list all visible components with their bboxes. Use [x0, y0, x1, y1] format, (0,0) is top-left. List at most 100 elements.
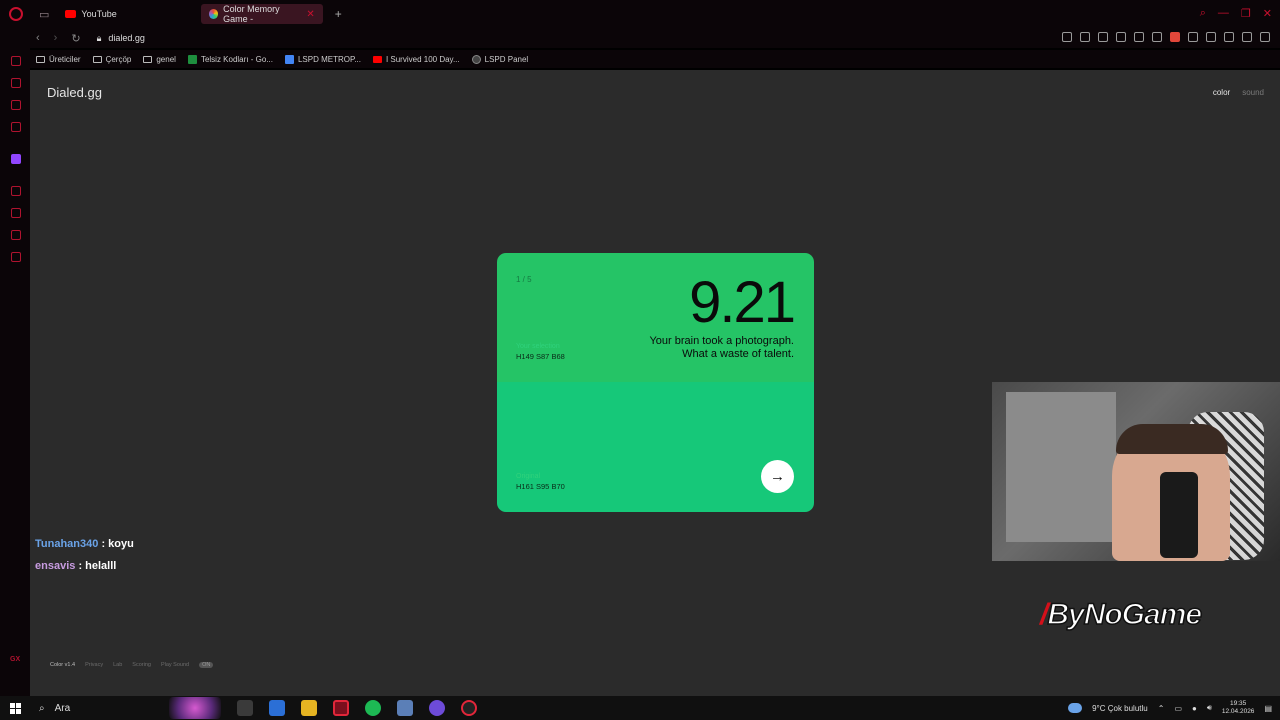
selection-label: Your selection: [516, 343, 560, 350]
tab-menu-icon[interactable]: ▭: [39, 8, 49, 21]
gx-icon[interactable]: GX: [10, 656, 20, 663]
browser-sidebar: GX: [0, 48, 30, 696]
score: 9.21: [689, 270, 796, 335]
download-icon[interactable]: [1224, 32, 1234, 42]
restore-icon[interactable]: ❐: [1241, 7, 1251, 20]
webcam-streamer-hair: [1116, 424, 1228, 454]
minimize-icon[interactable]: —: [1218, 7, 1229, 20]
new-tab-icon[interactable]: +: [335, 7, 342, 21]
weather-text[interactable]: 9°C Çok bulutlu: [1092, 704, 1148, 713]
cloud-icon: [1068, 703, 1083, 713]
result-message: Your brain took a photograph. What a was…: [649, 335, 794, 361]
color-wheel-icon: [208, 9, 219, 19]
mode-color-link[interactable]: color: [1213, 88, 1230, 97]
network-icon[interactable]: ▭: [1174, 704, 1182, 713]
snapshot-icon[interactable]: [1080, 32, 1090, 42]
folder-icon: [36, 55, 45, 63]
twitch-icon[interactable]: [11, 154, 21, 164]
bag-icon[interactable]: [11, 78, 21, 88]
lock-icon: 🔒︎: [96, 32, 102, 43]
search-tabs-icon[interactable]: ⌕: [1200, 7, 1206, 20]
opera-logo-icon[interactable]: [9, 7, 23, 21]
chat-user: Tunahan340: [35, 538, 99, 550]
footer-link-play-sound[interactable]: Play Sound: [161, 662, 189, 668]
search-placeholder: Ara: [54, 702, 71, 714]
obs-icon[interactable]: [461, 700, 477, 716]
app-icon[interactable]: [397, 700, 413, 716]
ai-icon[interactable]: [1242, 32, 1252, 42]
pin-icon[interactable]: [1062, 32, 1072, 42]
whatsapp-icon[interactable]: [11, 122, 21, 132]
tab-bar: ▭ YouTube Color Memory Game - ✕ + ⌕ — ❐ …: [0, 0, 1280, 28]
site-logo[interactable]: Dialed.gg: [47, 85, 102, 100]
footer-link-lab[interactable]: Lab: [113, 662, 122, 668]
bookmarks-bar: Üreticiler Çerçöp genel Telsiz Kodları -…: [30, 50, 1280, 68]
clock[interactable]: 19:35 12.04.2026: [1222, 700, 1255, 716]
extensions-icon[interactable]: [11, 230, 21, 240]
chevron-up-icon[interactable]: ⌃: [1158, 704, 1165, 713]
nav-buttons: ‹ › ↻: [36, 32, 81, 45]
notification-icon[interactable]: ▤: [1264, 704, 1272, 713]
translate-icon[interactable]: [1116, 32, 1126, 42]
taskbar-search[interactable]: ⌕ Ara: [39, 703, 169, 714]
messenger-icon[interactable]: [11, 100, 21, 110]
bookmark-folder[interactable]: Üreticiler: [36, 55, 81, 64]
bookmark-link[interactable]: I Survived 100 Day...: [372, 55, 460, 64]
url-field[interactable]: 🔒︎ dialed.gg: [97, 33, 145, 44]
spotify-icon[interactable]: [365, 700, 381, 716]
bookmark-link[interactable]: Telsiz Kodları - Go...: [187, 54, 273, 64]
back-icon[interactable]: ‹: [36, 32, 40, 45]
mode-sound-link[interactable]: sound: [1242, 88, 1264, 97]
chat-text: : koyu: [101, 538, 134, 550]
tab-color-memory-game[interactable]: Color Memory Game - ✕: [200, 4, 323, 24]
reload-icon[interactable]: ↻: [71, 32, 80, 45]
round-counter: 1 / 5: [516, 275, 532, 284]
footer-link-scoring[interactable]: Scoring: [132, 662, 151, 668]
selection-swatch: 1 / 5 9.21 Your brain took a photograph.…: [497, 253, 814, 382]
taskbar: ⌕ Ara 9°C Çok bulutlu ⌃ ▭ ● 🔊︎ 19:35 12.…: [0, 696, 1280, 720]
bookmark-link[interactable]: LSPD METROP...: [284, 54, 361, 64]
heart-icon[interactable]: [1152, 32, 1162, 42]
file-explorer-icon[interactable]: [301, 700, 317, 716]
close-window-icon[interactable]: ✕: [1263, 7, 1272, 20]
opera-gx-taskbar-icon[interactable]: [333, 700, 349, 716]
refresh-icon[interactable]: [11, 56, 21, 66]
shield-icon[interactable]: [1098, 32, 1108, 42]
bookmark-link[interactable]: LSPD Panel: [471, 54, 528, 64]
close-tab-icon[interactable]: ✕: [306, 9, 314, 20]
address-bar: ‹ › ↻ 🔒︎ dialed.gg: [0, 28, 1280, 48]
bookmark-folder[interactable]: Çerçöp: [92, 55, 131, 64]
window-controls: ⌕ — ❐ ✕: [1200, 7, 1272, 20]
discord-icon[interactable]: [429, 700, 445, 716]
store-icon[interactable]: [269, 700, 285, 716]
windows-start-icon[interactable]: [10, 702, 21, 714]
next-round-button[interactable]: →: [761, 460, 794, 493]
tab-youtube[interactable]: YouTube: [57, 4, 124, 24]
chat-message: Tunahan340 : koyu: [35, 538, 134, 550]
microphone-icon[interactable]: ●: [1192, 704, 1197, 713]
player-icon[interactable]: [11, 186, 21, 196]
sheets-icon: [187, 54, 197, 64]
mode-switch: color sound: [1213, 88, 1264, 97]
play-icon[interactable]: [1134, 32, 1144, 42]
sound-toggle[interactable]: ON: [199, 662, 214, 668]
task-view-icon[interactable]: [237, 700, 253, 716]
history-icon[interactable]: [11, 208, 21, 218]
forward-icon[interactable]: ›: [54, 32, 58, 45]
menu-icon[interactable]: [1260, 32, 1270, 42]
settings-icon[interactable]: [11, 252, 21, 262]
folder-icon: [92, 55, 102, 63]
search-icon: ⌕: [39, 702, 45, 714]
volume-icon[interactable]: 🔊︎: [1207, 703, 1212, 713]
bookmark-label: Üreticiler: [49, 54, 81, 64]
puzzle-icon[interactable]: [1188, 32, 1198, 42]
bookmark-folder[interactable]: genel: [143, 55, 176, 64]
chat-text: : helalll: [78, 560, 117, 572]
extension-icon[interactable]: [1170, 32, 1180, 42]
webcam-overlay: [992, 382, 1280, 561]
selection-value: H149 S87 B68: [516, 352, 565, 361]
webcam-background: [1006, 392, 1116, 542]
profile-icon[interactable]: [1206, 32, 1216, 42]
footer-link-privacy[interactable]: Privacy: [85, 662, 103, 668]
message-line: Your brain took a photograph.: [649, 335, 794, 347]
